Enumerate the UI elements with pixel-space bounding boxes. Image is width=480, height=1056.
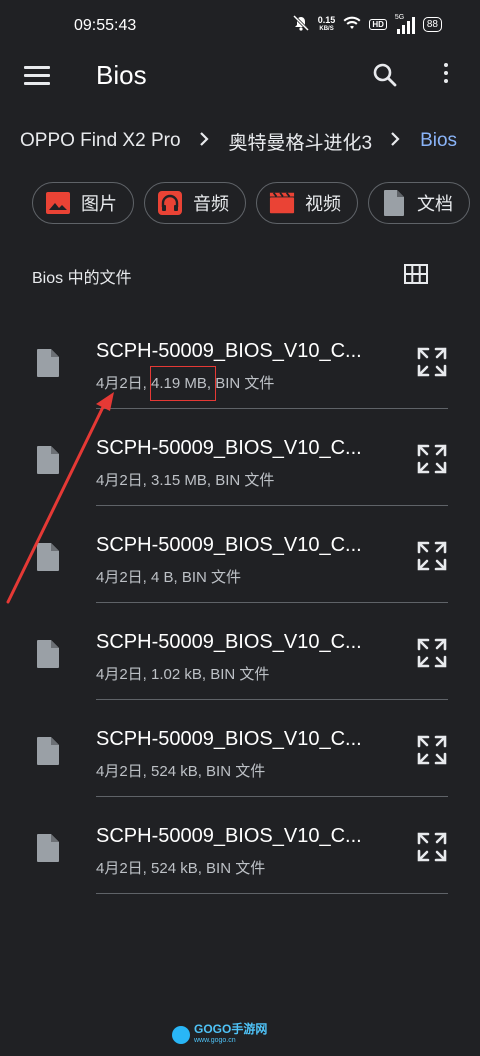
breadcrumb-current[interactable]: Bios — [420, 130, 457, 152]
watermark-logo: GOGO手游网 www.gogo.cn — [172, 1023, 267, 1046]
file-name: SCPH-50009_BIOS_V10_C... — [96, 631, 362, 653]
file-name: SCPH-50009_BIOS_V10_C... — [96, 437, 362, 459]
file-row[interactable]: SCPH-50009_BIOS_V10_C... 4月2日, 1.02 kB, B… — [0, 603, 480, 700]
file-icon — [36, 445, 60, 475]
file-row[interactable]: SCPH-50009_BIOS_V10_C... 4月2日, 4.19 MB, B… — [0, 312, 480, 409]
expand-icon[interactable] — [416, 540, 448, 572]
menu-icon[interactable] — [24, 66, 50, 85]
file-name: SCPH-50009_BIOS_V10_C... — [96, 534, 362, 556]
file-name: SCPH-50009_BIOS_V10_C... — [96, 340, 362, 362]
expand-icon[interactable] — [416, 831, 448, 863]
file-meta: 4月2日, 1.02 kB, BIN 文件 — [96, 666, 270, 683]
file-row[interactable]: SCPH-50009_BIOS_V10_C... 4月2日, 4 B, BIN 文… — [0, 506, 480, 603]
image-icon — [45, 190, 71, 216]
category-chips: 图片 音频 视频 文档 — [32, 182, 480, 226]
file-meta: 4月2日, 524 kB, BIN 文件 — [96, 763, 266, 780]
video-icon — [269, 190, 295, 216]
page-title: Bios — [96, 60, 147, 90]
annotation-highlight-box — [150, 366, 216, 401]
net-speed: 0.15 KB/S — [317, 14, 336, 32]
file-name: SCPH-50009_BIOS_V10_C... — [96, 825, 362, 847]
mute-icon — [292, 14, 310, 34]
breadcrumb-folder[interactable]: 奥特曼格斗进化3 — [229, 128, 373, 155]
search-icon[interactable] — [372, 62, 398, 88]
signal-icon: 5G — [395, 14, 415, 34]
expand-icon[interactable] — [416, 637, 448, 669]
battery-icon: 88 — [422, 17, 442, 32]
file-row[interactable]: SCPH-50009_BIOS_V10_C... 4月2日, 524 kB, BI… — [0, 700, 480, 797]
section-label: Bios 中的文件 — [32, 270, 132, 287]
status-time: 09:55:43 — [74, 17, 137, 34]
file-meta: 4月2日, 3.15 MB, BIN 文件 — [96, 472, 275, 489]
chip-documents[interactable]: 文档 — [368, 182, 470, 224]
file-name: SCPH-50009_BIOS_V10_C... — [96, 728, 362, 750]
chevron-right-icon — [390, 131, 402, 152]
document-icon — [381, 190, 407, 216]
chip-video[interactable]: 视频 — [256, 182, 358, 224]
headphones-icon — [157, 190, 183, 216]
expand-icon[interactable] — [416, 346, 448, 378]
chip-images[interactable]: 图片 — [32, 182, 134, 224]
chip-audio[interactable]: 音频 — [144, 182, 246, 224]
expand-icon[interactable] — [416, 443, 448, 475]
app-bar: Bios — [0, 46, 480, 104]
status-icons: 0.15 KB/S HD 5G 88 — [292, 14, 442, 34]
wifi-icon — [343, 16, 361, 33]
file-icon — [36, 348, 60, 378]
hd-badge: HD — [369, 19, 387, 30]
row-divider — [96, 893, 448, 894]
file-row[interactable]: SCPH-50009_BIOS_V10_C... 4月2日, 524 kB, BI… — [0, 797, 480, 894]
grid-view-icon[interactable] — [404, 264, 428, 284]
file-icon — [36, 736, 60, 766]
chevron-right-icon — [199, 131, 211, 152]
file-meta: 4月2日, 4 B, BIN 文件 — [96, 569, 242, 586]
expand-icon[interactable] — [416, 734, 448, 766]
breadcrumb: OPPO Find X2 Pro 奥特曼格斗进化3 Bios — [20, 126, 457, 156]
file-row[interactable]: SCPH-50009_BIOS_V10_C... 4月2日, 3.15 MB, B… — [0, 409, 480, 506]
file-meta: 4月2日, 524 kB, BIN 文件 — [96, 860, 266, 877]
file-list: SCPH-50009_BIOS_V10_C... 4月2日, 4.19 MB, B… — [0, 312, 480, 894]
breadcrumb-device[interactable]: OPPO Find X2 Pro — [20, 130, 181, 152]
file-icon — [36, 639, 60, 669]
file-icon — [36, 542, 60, 572]
more-vert-icon[interactable] — [436, 63, 456, 89]
watermark-logo-icon — [172, 1026, 190, 1044]
file-icon — [36, 833, 60, 863]
